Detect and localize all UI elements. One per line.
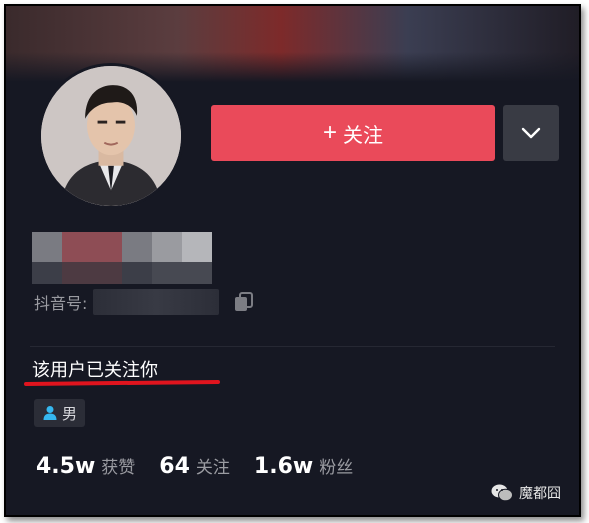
gender-label: 男 [62,404,78,423]
profile-screenshot: + 关注 抖音号: 该用户已关注你 男 4.5w 获赞 64 关注 1.6w 粉… [4,4,581,517]
more-options-button[interactable] [503,105,559,161]
copy-icon[interactable] [233,291,255,313]
wechat-icon [491,484,513,502]
watermark: 魔都囧 [491,483,561,503]
stat-followers-label: 粉丝 [319,458,354,478]
stat-following[interactable]: 64 关注 [159,453,230,479]
profile-stats: 4.5w 获赞 64 关注 1.6w 粉丝 [36,453,377,479]
plus-icon: + [322,119,337,146]
person-icon [43,406,57,420]
stat-likes-value: 4.5w [36,454,96,479]
stat-following-label: 关注 [195,458,230,478]
stat-likes[interactable]: 4.5w 获赞 [36,453,135,479]
stat-likes-label: 获赞 [101,458,136,478]
red-annotation-underline [23,379,221,387]
stat-following-value: 64 [159,454,190,479]
censored-nickname [32,232,212,262]
follow-button-label: 关注 [343,124,383,147]
follow-button[interactable]: + 关注 [211,105,495,161]
douyin-id-label: 抖音号: [34,294,88,313]
avatar[interactable] [38,63,184,209]
stat-followers[interactable]: 1.6w 粉丝 [254,453,353,479]
avatar-portrait-image [41,66,181,206]
censored-douyin-id [93,289,220,315]
section-divider [30,346,555,347]
stat-followers-value: 1.6w [253,454,314,479]
watermark-text: 魔都囧 [519,486,561,502]
douyin-id-row: 抖音号: [34,289,255,315]
gender-tag: 男 [34,399,86,427]
chevron-down-icon [521,127,541,139]
follows-you-text: 该用户已关注你 [32,360,158,381]
censored-nickname-shadow [32,262,212,284]
